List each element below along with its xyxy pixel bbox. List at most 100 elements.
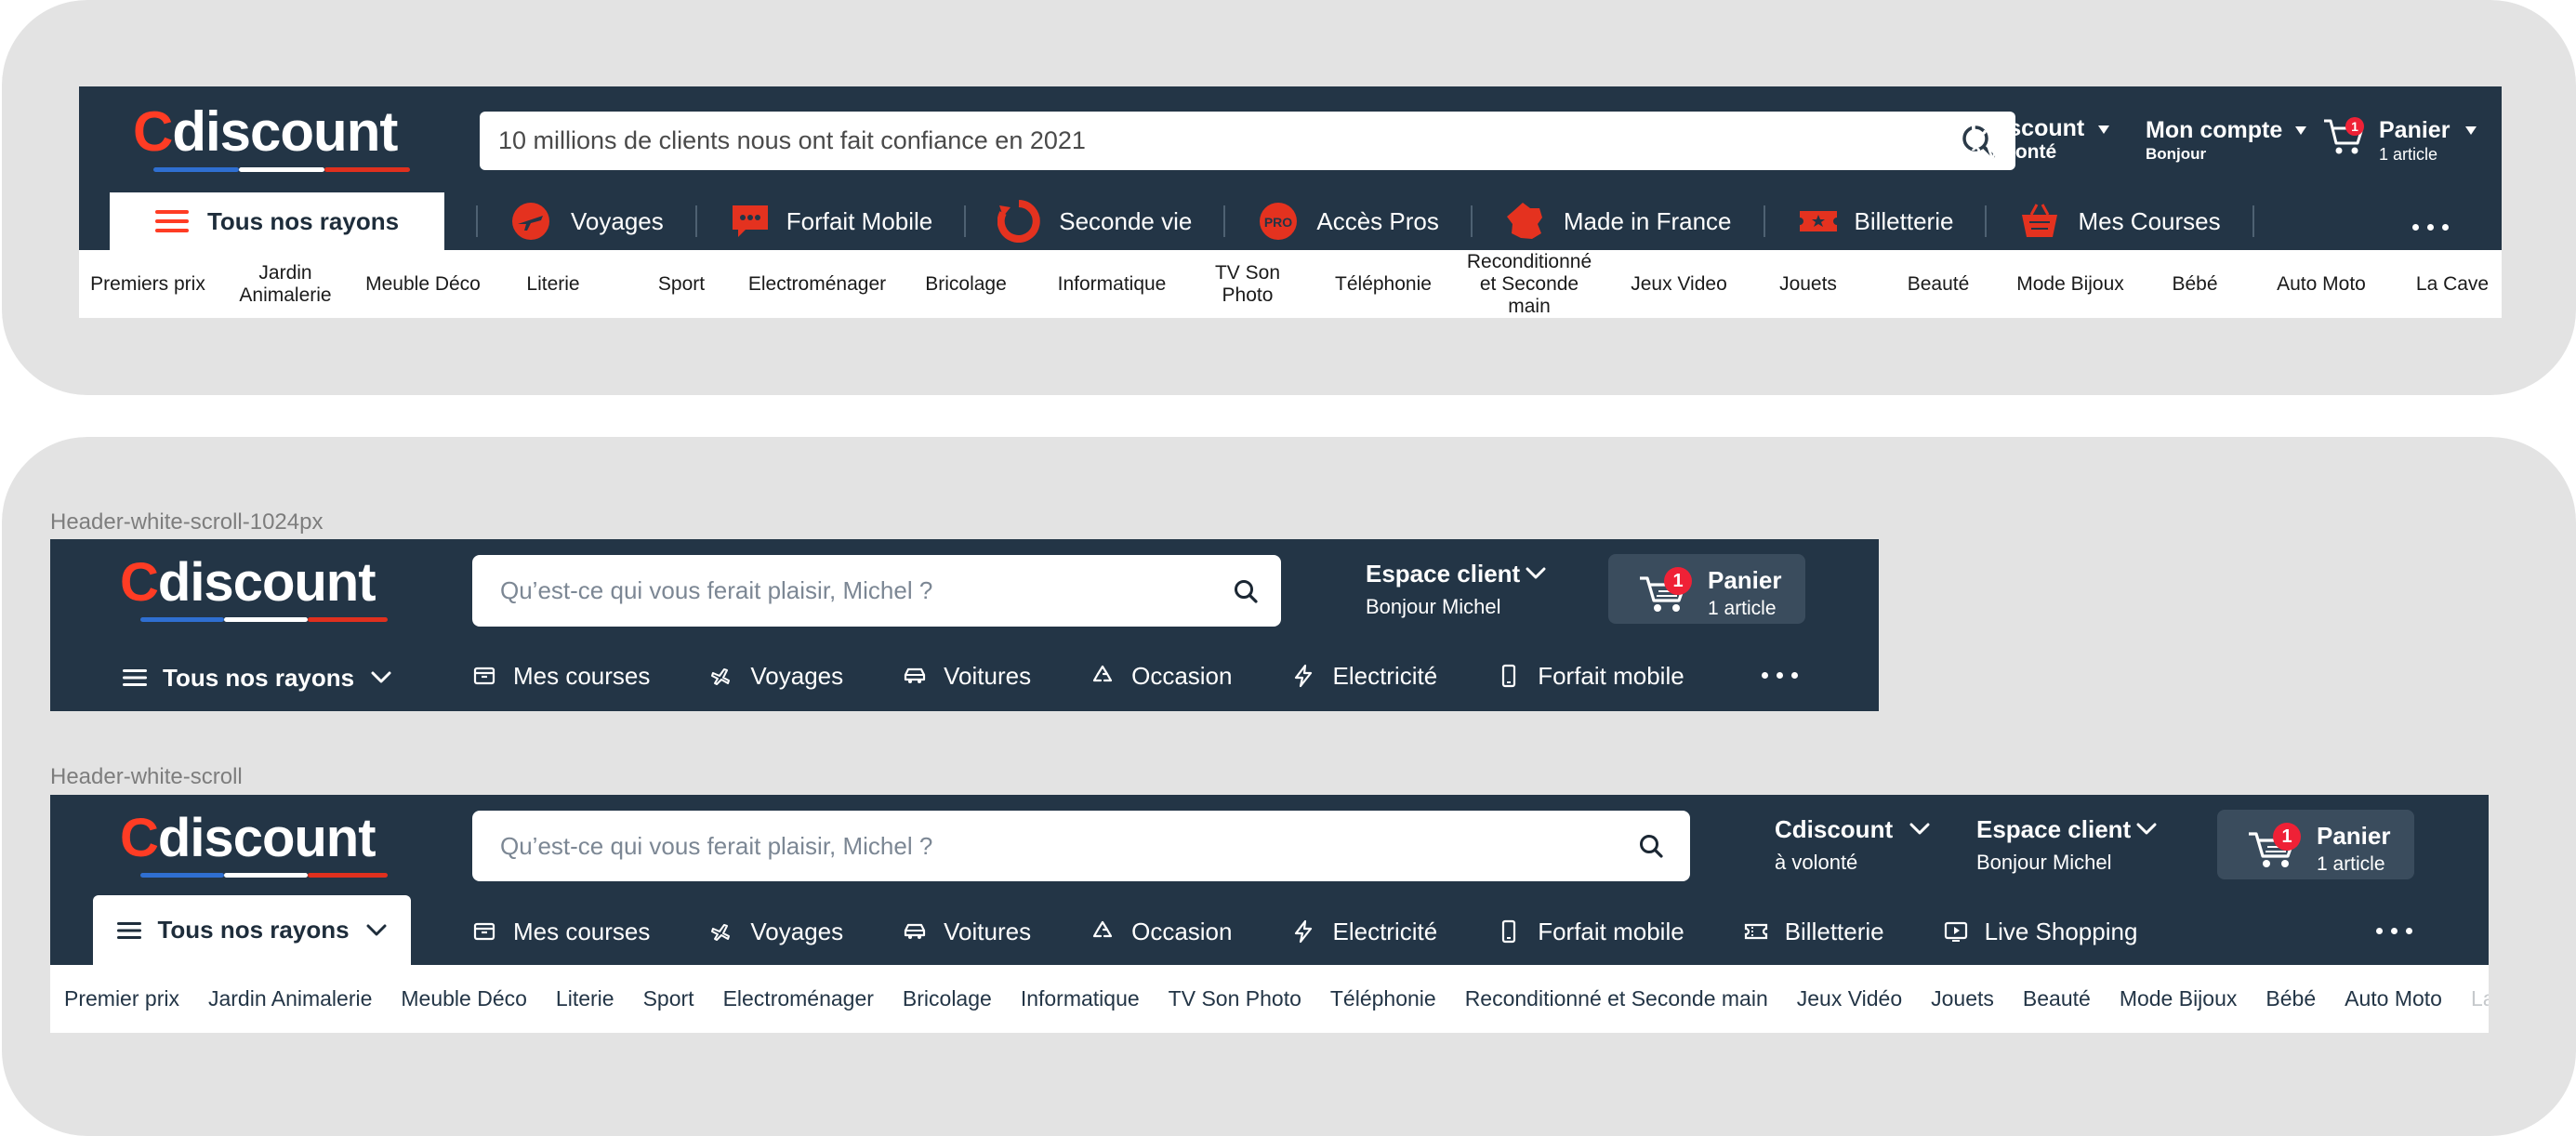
category-jeux-video[interactable]: Jeux Vidéo <box>1797 986 1902 1011</box>
category-sport[interactable]: Sport <box>630 250 733 318</box>
cdiscount-logo[interactable]: Cdiscount <box>133 104 430 172</box>
category-jardin-animalerie[interactable]: Jardin Animalerie <box>208 986 372 1011</box>
rayons-label: Tous nos rayons <box>163 663 355 692</box>
nav-item-forfait-mobile[interactable]: Forfait mobile <box>1497 662 1684 691</box>
category-electromenager[interactable]: Electroménager <box>723 986 874 1011</box>
category-bebe[interactable]: Bébé <box>2153 250 2237 318</box>
nav-item-mes-courses[interactable]: Mes Courses <box>2018 200 2221 243</box>
live-play-icon <box>1944 921 1967 942</box>
category-bebe[interactable]: Bébé <box>2266 986 2316 1011</box>
caret-down-icon[interactable] <box>2465 126 2477 136</box>
nav-label: Made in France <box>1563 206 1732 235</box>
category-premier-prix[interactable]: Premier prix <box>64 986 179 1011</box>
category-jeux-video[interactable]: Jeux Video <box>1623 250 1735 318</box>
category-jouets[interactable]: Jouets <box>1762 250 1855 318</box>
category-meuble-deco[interactable]: Meuble Déco <box>363 250 483 318</box>
nav-separator <box>694 205 697 237</box>
logo-underline-red <box>324 167 410 172</box>
category-beaute[interactable]: Beauté <box>2023 986 2091 1011</box>
nav-item-live-shopping[interactable]: Live Shopping <box>1944 918 2137 946</box>
tous-nos-rayons-button[interactable]: Tous nos rayons <box>123 657 391 698</box>
more-icon[interactable] <box>2376 928 2412 934</box>
nav-item-billetterie[interactable]: Billetterie <box>1744 918 1884 946</box>
category-auto-moto[interactable]: Auto Moto <box>2345 986 2442 1011</box>
nav-item-voitures[interactable]: Voitures <box>903 918 1031 946</box>
category-jouets[interactable]: Jouets <box>1931 986 1994 1011</box>
category-mode-bijoux[interactable]: Mode Bijoux <box>2120 986 2238 1011</box>
search-input[interactable]: Qu’est-ce qui vous ferait plaisir, Miche… <box>500 576 1233 605</box>
nav-item-made-in-france[interactable]: Made in France <box>1504 200 1732 243</box>
search-bar[interactable]: 10 millions de clients nous ont fait con… <box>480 112 2015 170</box>
cart-button[interactable]: 1 Panier 1 article <box>2217 810 2414 879</box>
pro-badge-icon: PRO <box>1260 203 1298 240</box>
nav-item-billetterie[interactable]: Billetterie <box>1797 200 1953 243</box>
category-electromenager[interactable]: Electroménager <box>743 250 892 318</box>
nav-item-seconde-vie[interactable]: Seconde vie <box>997 200 1192 243</box>
more-icon[interactable] <box>1762 672 1798 679</box>
nav-item-forfait-mobile[interactable]: Forfait Mobile <box>729 200 933 243</box>
category-meuble-deco[interactable]: Meuble Déco <box>401 986 527 1011</box>
account-title: Mon compte <box>2146 117 2283 143</box>
category-beaute[interactable]: Beauté <box>1887 250 1989 318</box>
nav-item-electricite[interactable]: Electricité <box>1291 918 1437 946</box>
category-auto-moto[interactable]: Auto Moto <box>2266 250 2377 318</box>
category-premiers-prix[interactable]: Premiers prix <box>87 250 208 318</box>
tous-nos-rayons-button[interactable]: Tous nos rayons <box>110 192 444 250</box>
category-reconditionne-et-seconde-main[interactable]: Reconditionné et Seconde main <box>1460 250 1599 318</box>
cart-button[interactable]: 1 Panier 1 article <box>1608 554 1805 624</box>
search-bar[interactable]: Qu’est-ce qui vous ferait plaisir, Miche… <box>472 555 1281 627</box>
nav-label: Mes Courses <box>2078 206 2221 235</box>
nav-label: Forfait Mobile <box>786 206 933 235</box>
search-bar[interactable]: Qu’est-ce qui vous ferait plaisir, Miche… <box>472 811 1690 881</box>
search-icon[interactable] <box>1638 833 1664 859</box>
category-tv-son-photo[interactable]: TV Son Photo <box>1169 986 1301 1011</box>
search-input[interactable]: Qu’est-ce qui vous ferait plaisir, Miche… <box>500 832 1638 861</box>
category-tv-son-photo[interactable]: TV Son Photo <box>1206 250 1289 318</box>
category-la-cave[interactable]: La Cave <box>2471 986 2489 1011</box>
nav-item-voyages[interactable]: Voyages <box>709 662 843 691</box>
category-bar: Premier prix Jardin Animalerie Meuble Déco… <box>50 965 2489 1033</box>
category-literie[interactable]: Literie <box>502 250 604 318</box>
chevron-down-icon[interactable] <box>2136 823 2157 836</box>
category-telephonie[interactable]: Téléphonie <box>1330 986 1436 1011</box>
chevron-down-icon[interactable] <box>1909 823 1930 836</box>
cart-badge: 1 <box>2273 823 2301 851</box>
tous-nos-rayons-button[interactable]: Tous nos rayons <box>93 895 411 965</box>
category-la-cave[interactable]: La Cave <box>2401 250 2503 318</box>
category-jardin-animalerie[interactable]: Jardin Animalerie <box>234 250 337 318</box>
nav-label: Electricité <box>1332 661 1438 690</box>
nav-item-occasion[interactable]: Occasion <box>1090 662 1232 691</box>
category-bricolage[interactable]: Bricolage <box>910 250 1022 318</box>
nav-item-voyages[interactable]: Voyages <box>709 918 843 946</box>
chevron-down-icon[interactable] <box>1526 567 1546 580</box>
nav-separator <box>1985 205 1988 237</box>
nav-item-mes-courses[interactable]: Mes courses <box>472 918 650 946</box>
category-reconditionne-et-seconde-main[interactable]: Reconditionné et Seconde main <box>1465 986 1768 1011</box>
caret-down-icon[interactable] <box>2098 125 2109 135</box>
search-input[interactable]: 10 millions de clients nous ont fait con… <box>498 126 1960 155</box>
category-literie[interactable]: Literie <box>556 986 614 1011</box>
nav-label: Voyages <box>750 661 844 690</box>
logo-underline-red <box>308 873 388 878</box>
nav-item-occasion[interactable]: Occasion <box>1090 918 1232 946</box>
nav-item-voitures[interactable]: Voitures <box>903 662 1031 691</box>
category-informatique[interactable]: Informatique <box>1047 250 1177 318</box>
category-informatique[interactable]: Informatique <box>1021 986 1140 1011</box>
nav-item-acces-pros[interactable]: PRO Accès Pros <box>1257 200 1439 243</box>
category-mode-bijoux[interactable]: Mode Bijoux <box>2005 250 2135 318</box>
account-title: Espace client <box>1976 815 2132 843</box>
plane-icon <box>711 924 731 941</box>
car-icon <box>905 667 926 683</box>
cdiscount-logo[interactable]: Cdiscount <box>120 812 399 881</box>
caret-down-icon[interactable] <box>2295 126 2306 136</box>
nav-item-electricite[interactable]: Electricité <box>1291 662 1437 691</box>
nav-item-forfait-mobile[interactable]: Forfait mobile <box>1497 918 1684 946</box>
cdiscount-logo[interactable]: Cdiscount <box>120 556 399 626</box>
search-icon[interactable] <box>1233 578 1259 604</box>
category-bricolage[interactable]: Bricolage <box>903 986 992 1011</box>
more-icon[interactable] <box>2412 224 2449 231</box>
category-telephonie[interactable]: Téléphonie <box>1328 250 1439 318</box>
nav-item-voyages[interactable]: Voyages <box>509 200 664 243</box>
category-sport[interactable]: Sport <box>643 986 694 1011</box>
nav-item-mes-courses[interactable]: Mes courses <box>472 662 650 691</box>
